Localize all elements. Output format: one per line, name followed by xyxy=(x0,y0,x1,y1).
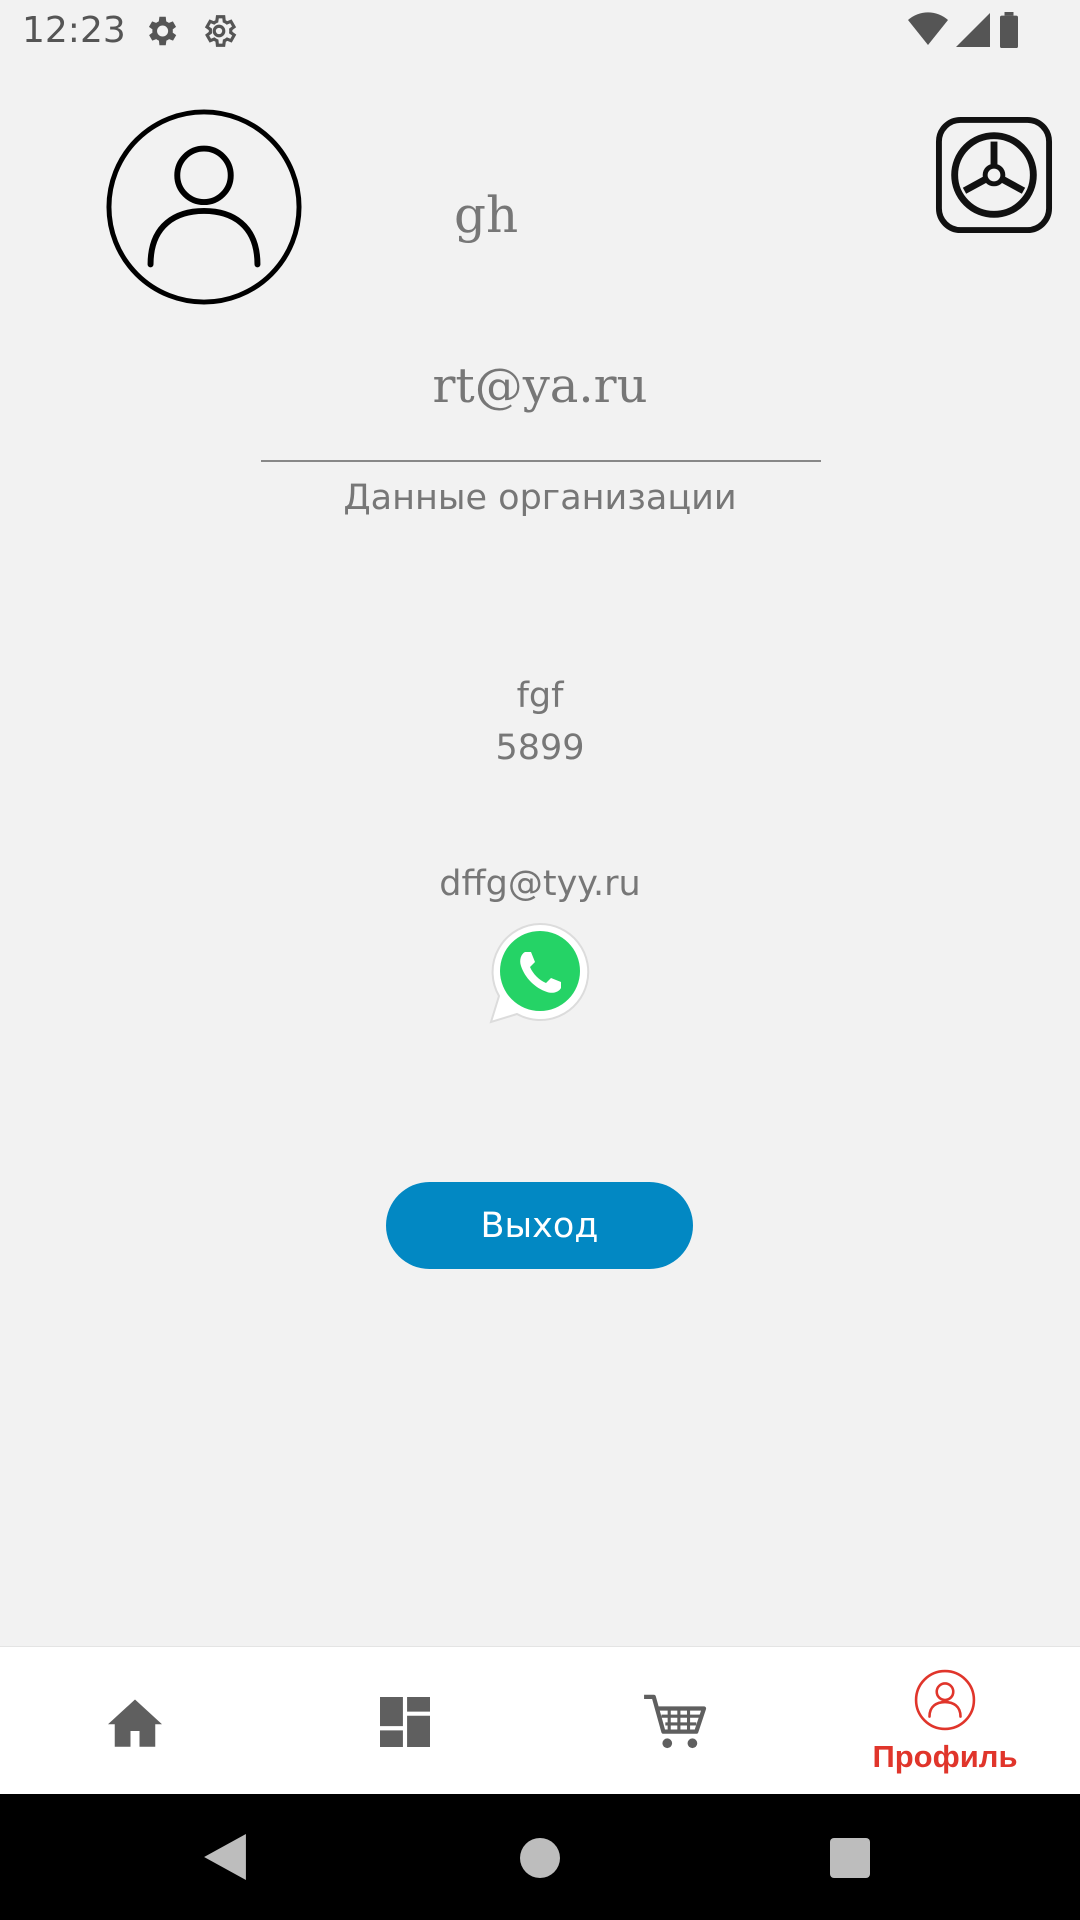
status-bar: 12:23 xyxy=(0,0,1080,64)
nav-item-dashboard[interactable] xyxy=(270,1647,540,1795)
nav-item-home[interactable] xyxy=(0,1647,270,1795)
back-icon[interactable] xyxy=(204,1834,246,1880)
organization-section-title: Данные организации xyxy=(343,478,737,518)
organization-name: fgf xyxy=(516,676,564,716)
wifi-icon xyxy=(908,12,948,45)
battery-icon xyxy=(1000,12,1018,48)
logout-button[interactable]: Выход xyxy=(386,1182,693,1269)
avatar-icon xyxy=(106,109,302,305)
status-indicators xyxy=(908,12,1020,48)
nav-label-profile: Профиль xyxy=(872,1739,1018,1774)
home-circle-icon[interactable] xyxy=(520,1838,560,1878)
user-email: rt@ya.ru xyxy=(432,358,648,414)
nav-item-cart[interactable] xyxy=(540,1647,810,1795)
whatsapp-icon[interactable] xyxy=(487,920,593,1026)
settings-icon xyxy=(148,16,177,46)
signal-icon xyxy=(956,13,990,47)
recents-icon[interactable] xyxy=(830,1838,870,1878)
username: gh xyxy=(454,186,519,244)
organization-email: dffg@tyy.ru xyxy=(439,864,641,904)
organization-code: 5899 xyxy=(495,728,585,768)
settings-outline-icon xyxy=(204,15,237,47)
status-time: 12:23 xyxy=(22,10,126,51)
system-navigation-bar xyxy=(0,1794,1080,1920)
cart-icon xyxy=(644,1694,707,1749)
nav-item-profile[interactable]: Профиль xyxy=(810,1647,1080,1795)
home-icon xyxy=(108,1699,162,1747)
divider xyxy=(261,460,821,462)
steering-wheel-button[interactable] xyxy=(935,116,1053,234)
dashboard-icon xyxy=(380,1697,430,1747)
profile-icon xyxy=(914,1669,976,1731)
bottom-navigation: Профиль xyxy=(0,1646,1080,1795)
